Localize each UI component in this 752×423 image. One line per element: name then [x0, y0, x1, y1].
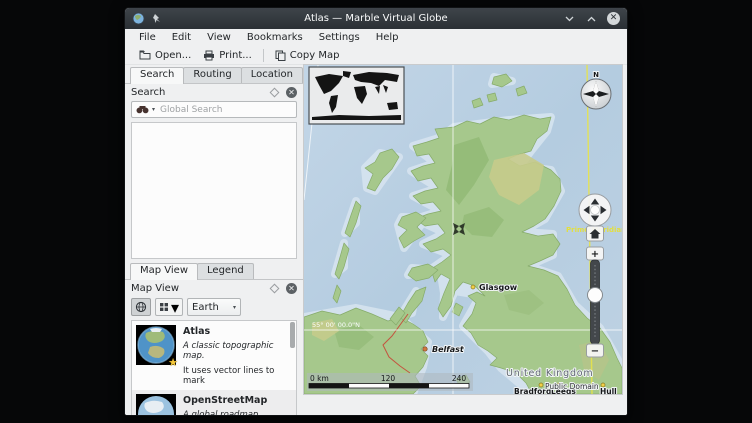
hull-label: Hull [600, 387, 617, 394]
mapview-dock-title: Map View [131, 283, 271, 294]
theme-list-scrollbar[interactable] [290, 322, 295, 416]
theme-description: A global roadmap created by the [183, 410, 286, 416]
pin-icon[interactable] [151, 13, 162, 24]
printer-icon [203, 50, 215, 61]
zoom-slider-handle[interactable] [588, 288, 603, 303]
search-dock-header: Search ✕ [125, 84, 303, 100]
menubar: File Edit View Bookmarks Settings Help [125, 29, 627, 46]
close-icon[interactable]: ✕ [607, 12, 620, 25]
print-button[interactable]: Print... [197, 49, 258, 62]
mapview-dock-header: Map View ✕ [125, 280, 303, 296]
minimize-icon[interactable] [563, 12, 576, 25]
copy-map-label: Copy Map [290, 50, 340, 61]
global-search-input[interactable] [158, 104, 292, 116]
tab-legend[interactable]: Legend [197, 263, 254, 280]
scale-zero: 0 km [310, 374, 329, 383]
copy-icon [275, 50, 286, 61]
zoom-out-label: − [591, 346, 599, 357]
globe-projection-button[interactable] [131, 298, 151, 316]
mapview-toolbar: ▾ Earth ▾ [125, 296, 303, 318]
menu-edit[interactable]: Edit [164, 31, 199, 44]
openstreetmap-thumbnail [136, 394, 176, 416]
mapview-tabbar: Map View Legend [125, 263, 303, 280]
open-label: Open... [155, 50, 191, 61]
theme-description: It uses vector lines to mark [183, 366, 286, 386]
search-dock-title: Search [131, 87, 271, 98]
float-dock-icon[interactable] [270, 87, 280, 97]
close-dock-icon[interactable]: ✕ [286, 87, 297, 98]
tab-map-view[interactable]: Map View [130, 263, 198, 280]
menu-view[interactable]: View [199, 31, 239, 44]
overview-map[interactable] [309, 67, 404, 124]
theme-description: A classic topographic map. [183, 341, 286, 361]
chevron-down-icon: ▾ [233, 304, 236, 311]
globe-icon [135, 301, 147, 313]
left-panel: Search Routing Location Search ✕ ▾ [125, 65, 303, 416]
glasgow-label: Glasgow [479, 283, 518, 292]
scale-bar: 0 km 120 240 [307, 373, 473, 391]
close-dock-icon[interactable]: ✕ [286, 283, 297, 294]
belfast-dot [423, 347, 427, 351]
theme-item-atlas[interactable]: ★ Atlas A classic topographic map. It us… [132, 321, 296, 390]
celestial-body-select[interactable]: Earth ▾ [187, 298, 241, 316]
compass-north-label: N [593, 71, 599, 79]
app-globe-icon [132, 12, 145, 25]
tab-search[interactable]: Search [130, 67, 184, 84]
menu-bookmarks[interactable]: Bookmarks [239, 31, 311, 44]
navigation-pad[interactable] [579, 194, 611, 226]
window-title: Atlas — Marble Virtual Globe [222, 13, 530, 24]
menu-file[interactable]: File [131, 31, 164, 44]
scale-mid: 120 [381, 374, 396, 383]
license-label[interactable]: Public Domain [545, 382, 599, 391]
zoom-in-label: + [591, 249, 599, 260]
maximize-icon[interactable] [585, 12, 598, 25]
belfast-label: Belfast [432, 345, 465, 354]
theme-title: Atlas [183, 326, 286, 337]
menu-help[interactable]: Help [368, 31, 407, 44]
theme-item-openstreetmap[interactable]: OpenStreetMap A global roadmap created b… [132, 390, 296, 416]
copy-map-button[interactable]: Copy Map [269, 49, 346, 62]
open-button[interactable]: Open... [133, 49, 197, 62]
search-mode-caret-icon[interactable]: ▾ [152, 106, 155, 113]
menu-settings[interactable]: Settings [311, 31, 368, 44]
list-view-icon [159, 302, 169, 312]
toolbar-separator [263, 49, 264, 62]
atlas-thumbnail: ★ [136, 325, 176, 365]
toolbar: Open... Print... Copy Map [125, 46, 627, 65]
titlebar[interactable]: Atlas — Marble Virtual Globe ✕ [125, 8, 627, 29]
print-label: Print... [219, 50, 252, 61]
view-mode-button[interactable]: ▾ [155, 298, 183, 316]
view-mode-caret-icon: ▾ [171, 298, 179, 317]
glasgow-dot [471, 285, 475, 289]
tab-routing[interactable]: Routing [183, 67, 241, 84]
zoom-in-button[interactable]: + [587, 247, 604, 260]
zoom-out-button[interactable]: − [587, 344, 604, 357]
scale-end: 240 [452, 374, 467, 383]
app-window: Atlas — Marble Virtual Globe ✕ File Edit… [124, 7, 628, 416]
float-dock-icon[interactable] [270, 283, 280, 293]
celestial-body-value: Earth [192, 302, 229, 313]
theme-title: OpenStreetMap [183, 395, 286, 406]
favorite-star-icon[interactable]: ★ [168, 356, 178, 369]
home-button[interactable] [587, 226, 604, 241]
tab-location[interactable]: Location [241, 67, 303, 84]
search-results-list[interactable] [131, 122, 297, 259]
map-theme-list: ★ Atlas A classic topographic map. It us… [131, 320, 297, 416]
latitude-label: 55° 00' 00.0"N [312, 321, 360, 329]
search-binoculars-icon [136, 105, 149, 114]
country-label: United Kingdom [506, 368, 593, 379]
search-tabbar: Search Routing Location [125, 67, 303, 84]
map-canvas[interactable]: 55° 00' 00.0"N Prime Meridian Glasgow Be… [304, 65, 622, 394]
folder-icon [139, 50, 151, 60]
global-search-box[interactable]: ▾ [131, 101, 297, 118]
